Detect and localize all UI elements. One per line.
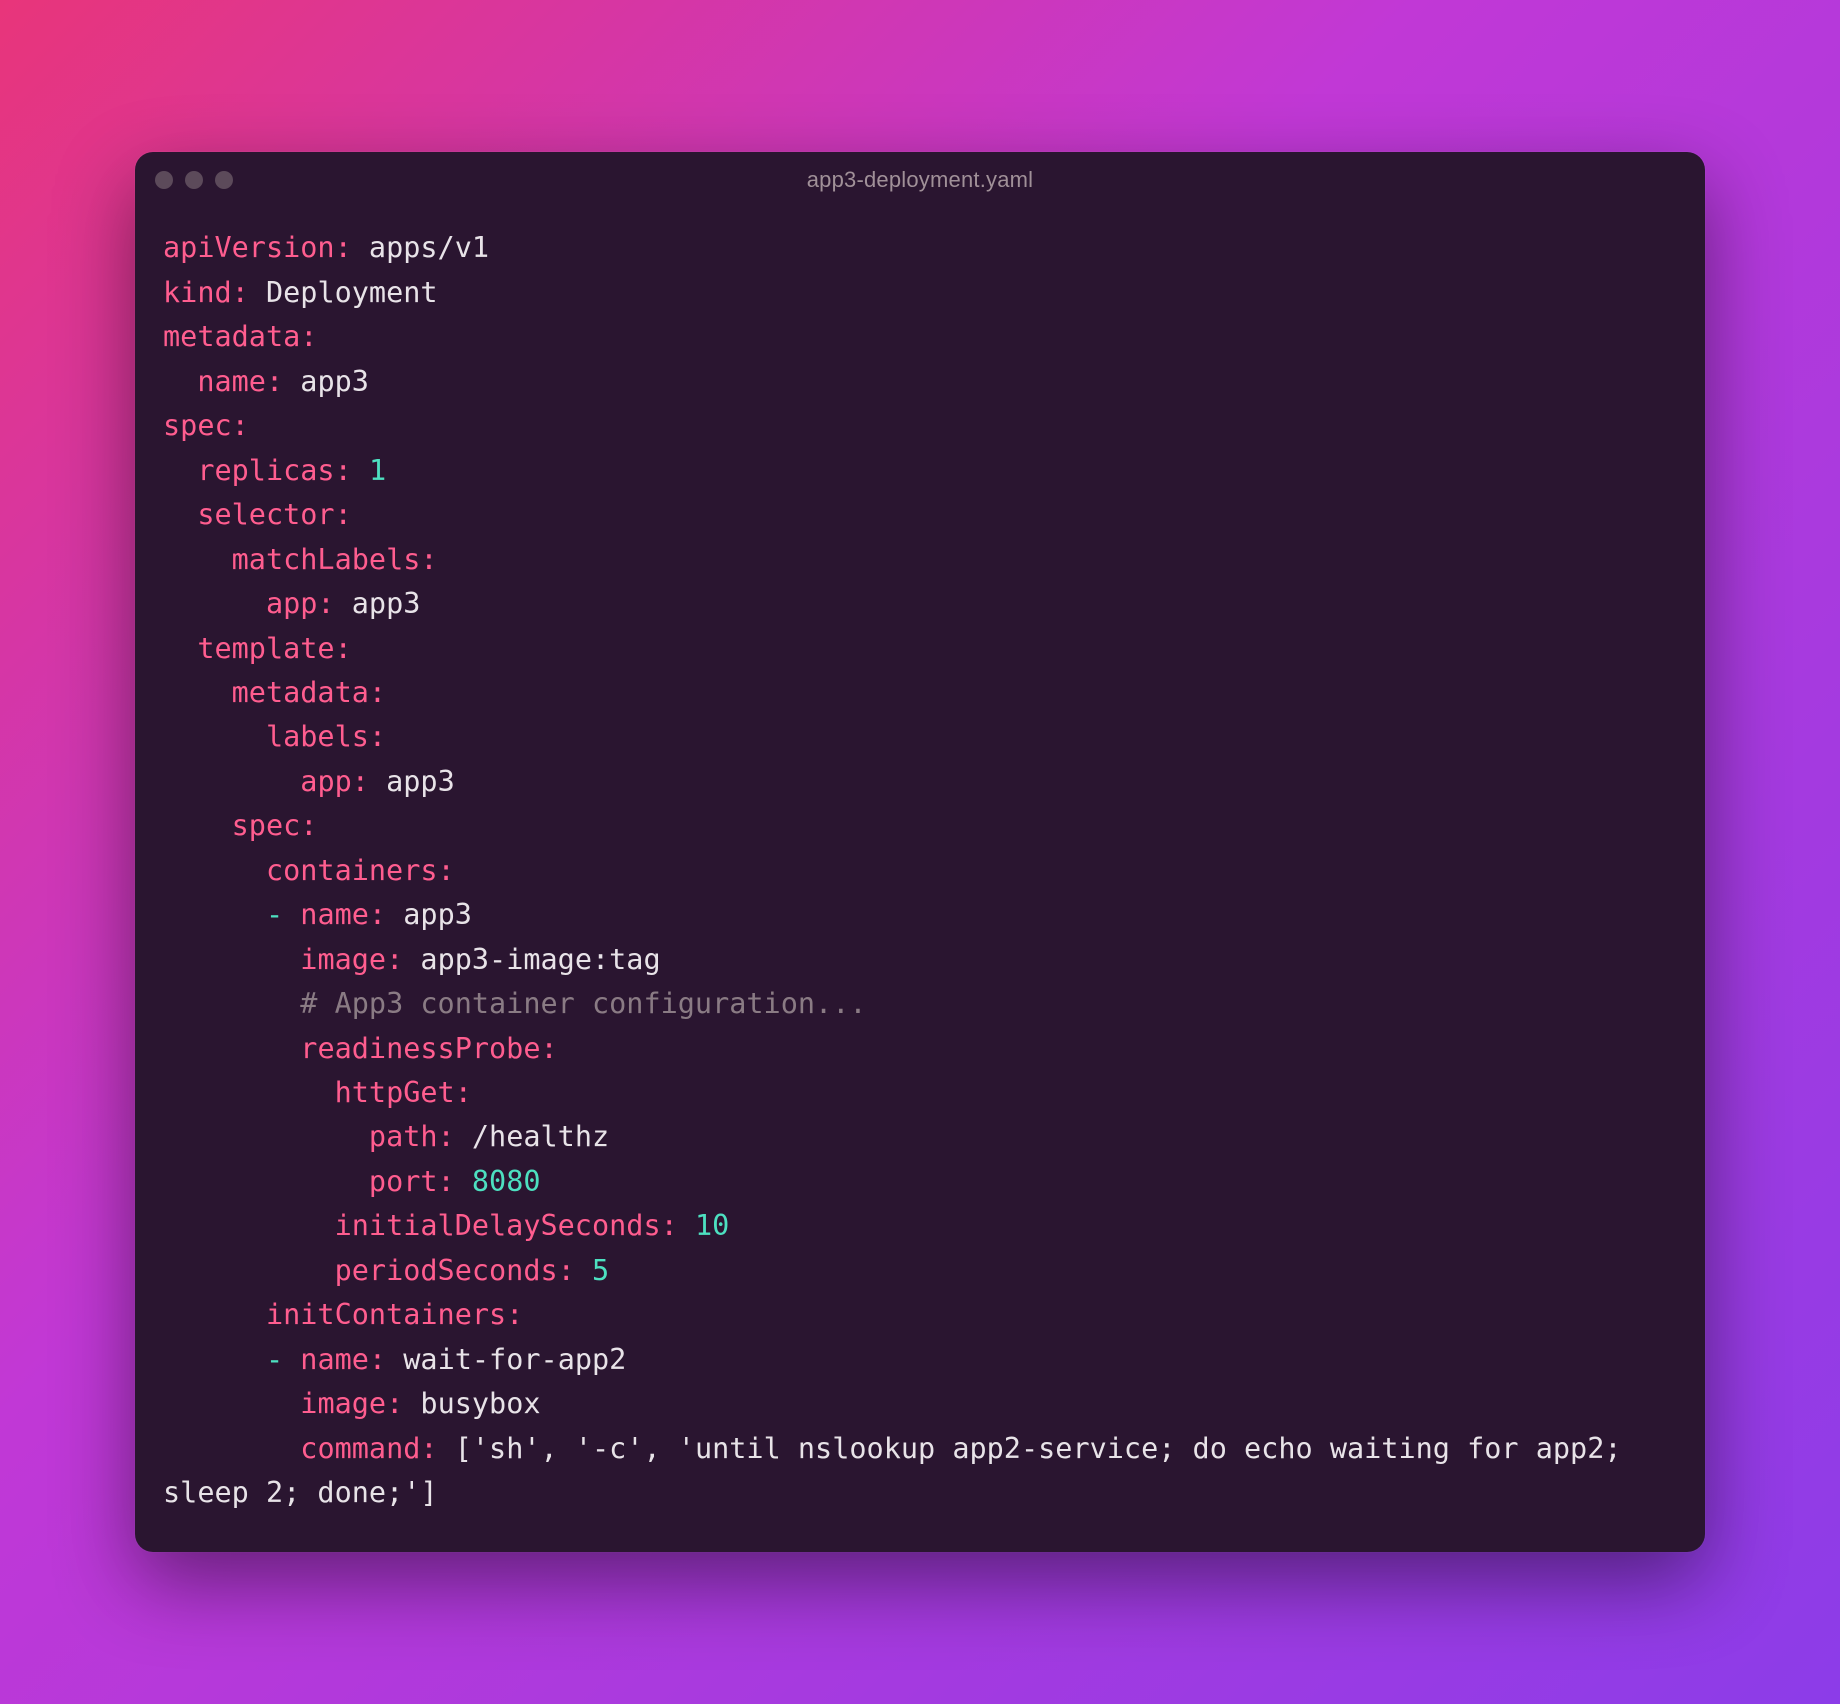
yaml-key: spec: — [163, 409, 249, 442]
yaml-key: replicas: — [197, 454, 351, 487]
yaml-value: app3 — [386, 765, 455, 798]
yaml-number: 5 — [592, 1254, 609, 1287]
yaml-key: port: — [369, 1165, 455, 1198]
yaml-value: app3 — [300, 365, 369, 398]
yaml-key: spec: — [232, 809, 318, 842]
yaml-value: wait-for-app2 — [403, 1343, 626, 1376]
yaml-key: labels: — [266, 720, 386, 753]
yaml-key: apiVersion: — [163, 231, 352, 264]
yaml-key: app: — [266, 587, 335, 620]
yaml-key: path: — [369, 1120, 455, 1153]
yaml-number: 1 — [369, 454, 386, 487]
yaml-key: periodSeconds: — [335, 1254, 575, 1287]
yaml-key: selector: — [197, 498, 351, 531]
yaml-comment: # App3 container configuration... — [300, 987, 866, 1020]
titlebar: app3-deployment.yaml — [135, 152, 1705, 208]
code-area[interactable]: apiVersion: apps/v1 kind: Deployment met… — [135, 208, 1705, 1551]
yaml-key: name: — [197, 365, 283, 398]
editor-window: app3-deployment.yaml apiVersion: apps/v1… — [135, 152, 1705, 1551]
yaml-value: busybox — [420, 1387, 540, 1420]
yaml-key: app: — [300, 765, 369, 798]
yaml-dash: - — [266, 898, 283, 931]
yaml-value: apps/v1 — [369, 231, 489, 264]
yaml-value: Deployment — [266, 276, 438, 309]
yaml-key: containers: — [266, 854, 455, 887]
yaml-key: metadata: — [163, 320, 317, 353]
yaml-key: initialDelaySeconds: — [335, 1209, 678, 1242]
yaml-value: app3 — [352, 587, 421, 620]
yaml-value: /healthz — [472, 1120, 609, 1153]
yaml-key: template: — [197, 632, 351, 665]
yaml-key: name: — [300, 1343, 386, 1376]
yaml-value: app3-image:tag — [420, 943, 660, 976]
yaml-number: 8080 — [472, 1165, 541, 1198]
yaml-key: matchLabels: — [232, 543, 438, 576]
yaml-key: metadata: — [232, 676, 386, 709]
yaml-key: command: — [300, 1432, 437, 1465]
yaml-key: image: — [300, 943, 403, 976]
yaml-key: image: — [300, 1387, 403, 1420]
yaml-number: 10 — [695, 1209, 729, 1242]
window-title: app3-deployment.yaml — [135, 167, 1705, 193]
yaml-key: name: — [300, 898, 386, 931]
yaml-key: initContainers: — [266, 1298, 523, 1331]
yaml-key: kind: — [163, 276, 249, 309]
yaml-value: app3 — [403, 898, 472, 931]
yaml-dash: - — [266, 1343, 283, 1376]
yaml-key: httpGet: — [335, 1076, 472, 1109]
yaml-key: readinessProbe: — [300, 1032, 557, 1065]
